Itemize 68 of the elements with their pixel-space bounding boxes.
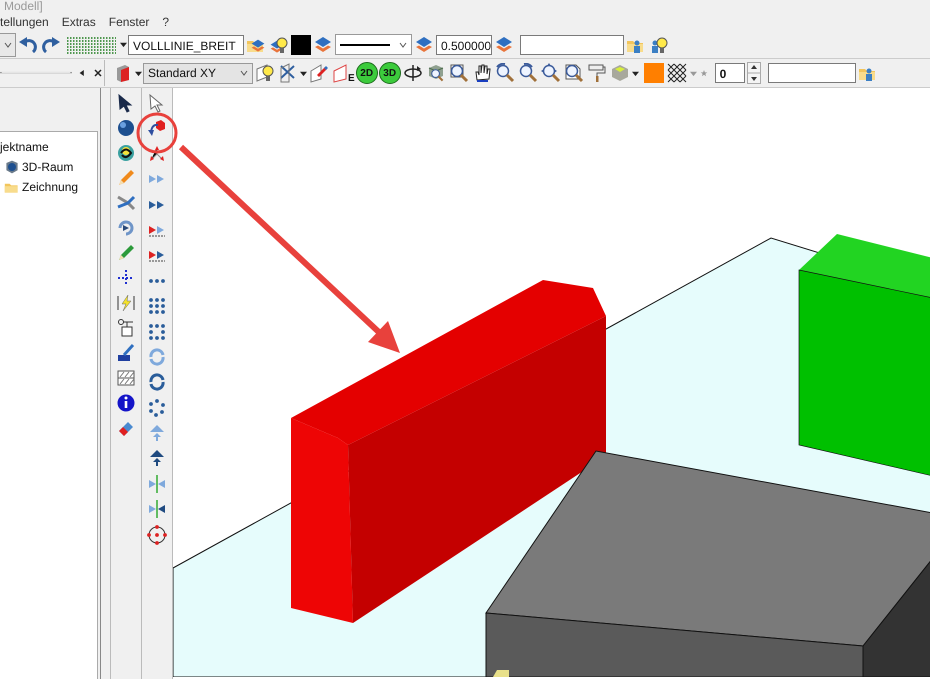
layers-bulb-icon[interactable] xyxy=(269,34,289,54)
window-title: Modell] xyxy=(3,0,44,13)
swirl-icon[interactable] xyxy=(116,143,136,163)
layers-icon[interactable] xyxy=(313,34,333,54)
line-width-field[interactable]: 0.500000 xyxy=(436,34,492,54)
orbit-icon[interactable] xyxy=(402,63,423,83)
view-mode-button[interactable]: 3D xyxy=(378,62,401,84)
dropdown[interactable] xyxy=(0,32,16,56)
pencil-icon[interactable] xyxy=(116,243,136,263)
sphere-icon[interactable] xyxy=(116,118,136,138)
mirror-arrows-icon[interactable] xyxy=(147,499,167,520)
menu-item[interactable]: ? xyxy=(162,15,170,29)
label-tag-icon[interactable] xyxy=(116,318,136,338)
hatch-icon[interactable] xyxy=(116,368,136,388)
plane-pencil-icon[interactable] xyxy=(309,63,329,83)
input-field[interactable] xyxy=(520,34,624,54)
dot-grid-icon[interactable] xyxy=(147,296,167,316)
zoom-page-icon[interactable] xyxy=(564,63,584,83)
cube-icon xyxy=(4,159,20,175)
caret-icon xyxy=(240,69,248,77)
caret-icon[interactable] xyxy=(300,70,307,76)
caret-icon[interactable] xyxy=(135,70,142,76)
plane-bulb-icon[interactable] xyxy=(255,63,275,83)
circle-points-icon[interactable] xyxy=(147,524,167,545)
line-type-field[interactable]: VOLLLINIE_BREIT xyxy=(128,34,244,54)
close-icon[interactable] xyxy=(92,67,104,79)
highlight-circle xyxy=(136,112,178,154)
info-icon[interactable] xyxy=(116,393,136,413)
color-swatch[interactable] xyxy=(644,63,664,83)
count-field[interactable]: 0 xyxy=(714,63,745,83)
menu-item[interactable]: Fenster xyxy=(108,15,150,29)
caret-icon[interactable] xyxy=(120,41,127,48)
lightning-icon[interactable] xyxy=(116,293,136,313)
three-points-icon[interactable] xyxy=(147,144,167,164)
redo-icon[interactable] xyxy=(41,34,61,54)
dot-frame-icon[interactable] xyxy=(147,322,167,342)
menu-item[interactable]: Extras xyxy=(62,15,96,29)
person-bulb-icon[interactable] xyxy=(649,34,669,54)
rotate-icon[interactable] xyxy=(147,372,167,392)
pliers-icon[interactable] xyxy=(116,193,136,213)
tree-item[interactable]: Zeichnung xyxy=(22,180,78,194)
caret-icon[interactable] xyxy=(632,70,639,76)
tree-header: jektname xyxy=(0,139,50,156)
zoom-rotate-icon[interactable] xyxy=(518,63,538,83)
color-swatch[interactable] xyxy=(291,34,311,54)
line-style-dropdown[interactable] xyxy=(335,34,412,55)
plane-label: E xyxy=(348,73,355,84)
spinner-icon[interactable] xyxy=(746,62,761,84)
view-dropdown[interactable]: Standard XY xyxy=(143,62,253,84)
zoom-extents-icon[interactable] xyxy=(540,63,561,83)
undo-icon[interactable] xyxy=(18,34,38,54)
caret-icon xyxy=(399,40,407,48)
zoom-rotate-icon[interactable] xyxy=(494,63,515,83)
layers-icon[interactable] xyxy=(494,34,514,54)
caret-icon xyxy=(4,40,12,48)
layers-icon[interactable] xyxy=(414,34,434,54)
tree-item[interactable]: 3D-Raum xyxy=(22,160,74,174)
view-mode-button[interactable]: 2D xyxy=(356,62,378,84)
input-field[interactable] xyxy=(768,63,856,83)
crosshatch-pattern-icon[interactable] xyxy=(666,63,688,83)
dot-circle-icon[interactable] xyxy=(147,398,167,418)
text-tool-icon[interactable] xyxy=(116,343,136,363)
rotate-arrow-icon[interactable] xyxy=(116,218,136,238)
paint-roller-icon[interactable] xyxy=(586,63,607,83)
cube-rotate-icon[interactable] xyxy=(147,118,167,138)
menu-item[interactable]: tellungen xyxy=(0,15,49,29)
zoom-window-icon[interactable] xyxy=(448,63,469,83)
dot-pattern-icon[interactable] xyxy=(65,34,119,54)
